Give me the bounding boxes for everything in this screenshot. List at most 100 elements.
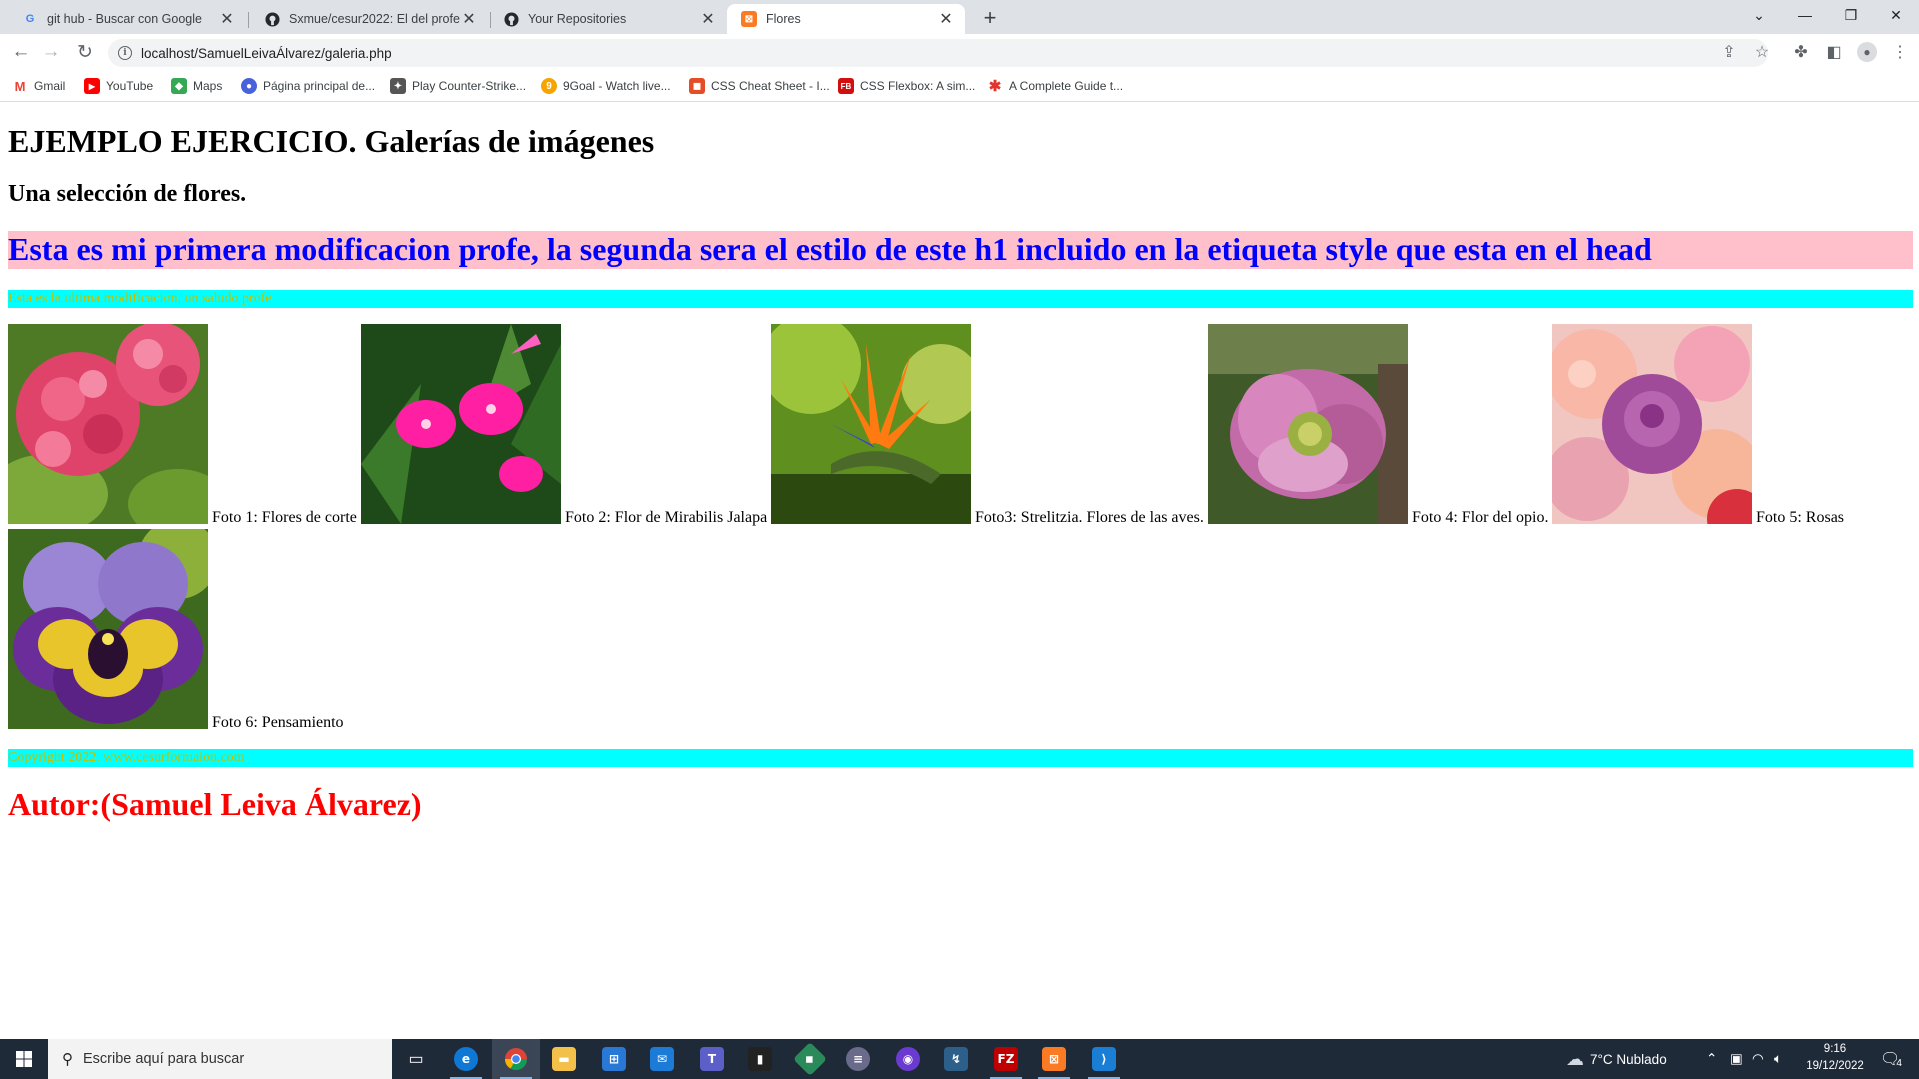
minimize-button[interactable]: — <box>1782 0 1828 30</box>
file-explorer-icon[interactable]: ▬ <box>540 1039 588 1079</box>
diamond-app-icon[interactable]: ◆ <box>786 1039 834 1079</box>
author-heading: Autor:(Samuel Leiva Álvarez) <box>8 786 422 822</box>
start-windows-icon[interactable] <box>0 1039 48 1079</box>
close-tab-icon[interactable]: ✕ <box>937 9 955 29</box>
vscode-icon[interactable]: ⟩ <box>1080 1039 1128 1079</box>
photo-poppy <box>1208 324 1408 524</box>
9goal-icon: 9 <box>541 78 557 94</box>
bookmark-label: Maps <box>193 79 223 93</box>
photo-strelitzia <box>771 324 971 524</box>
browser-toolbar: ← → ↻ i localhost/SamuelLeivaÁlvarez/gal… <box>0 34 1919 70</box>
fb-icon: FB <box>838 78 854 94</box>
app-palette-icon[interactable]: ▮ <box>736 1039 784 1079</box>
bookmark-counter-strike[interactable]: ✦ Play Counter-Strike... <box>390 76 526 96</box>
reload-icon[interactable]: ↻ <box>71 38 99 66</box>
edge-icon[interactable]: e <box>442 1039 490 1079</box>
task-view-icon[interactable]: ▭ <box>392 1039 440 1079</box>
forward-arrow-icon[interactable]: → <box>37 38 65 66</box>
bookmark-css-cheat-sheet[interactable]: ◼ CSS Cheat Sheet - I... <box>689 76 830 96</box>
notifications-icon[interactable]: 🗨︎ 4 <box>1880 1039 1902 1079</box>
tab-divider <box>248 12 249 28</box>
profile-avatar-icon[interactable]: ● <box>1853 38 1881 66</box>
bookmark-label: CSS Flexbox: A sim... <box>860 79 976 93</box>
url-text[interactable]: localhost/SamuelLeivaÁlvarez/galeria.php <box>141 46 392 61</box>
teams-icon[interactable]: T <box>688 1039 736 1079</box>
volume-muted-icon[interactable]: 🔈︎ <box>1774 1039 1782 1079</box>
photo-hydrangea <box>8 324 208 524</box>
weather-widget[interactable]: ☁ 7°C Nublado <box>1566 1039 1667 1079</box>
purple-app-icon[interactable]: ◉ <box>884 1039 932 1079</box>
tab-your-repositories[interactable]: Your Repositories ✕ <box>489 4 727 34</box>
mysql-workbench-icon[interactable]: ↯ <box>932 1039 980 1079</box>
tab-flores[interactable]: ⊠ Flores ✕ <box>727 4 965 34</box>
bookmark-9goal[interactable]: 9 9Goal - Watch live... <box>541 76 671 96</box>
clock-time: 9:16 <box>1823 1043 1847 1055</box>
cs-icon: ✦ <box>390 78 406 94</box>
bookmark-label: 9Goal - Watch live... <box>563 79 671 93</box>
mail-icon[interactable]: ✉ <box>638 1039 686 1079</box>
tab-google-search[interactable]: G git hub - Buscar con Google ✕ <box>8 4 246 34</box>
photo-mirabilis <box>361 324 561 524</box>
filezilla-icon[interactable]: FZ <box>982 1039 1030 1079</box>
side-panel-icon[interactable]: ◧ <box>1820 38 1848 66</box>
share-icon[interactable]: ⇪ <box>1715 38 1743 66</box>
bookmark-star-icon[interactable]: ☆ <box>1748 38 1776 66</box>
photo-pansy <box>8 529 208 729</box>
show-hidden-icons-chevron-up-icon[interactable]: ⌃ <box>1706 1039 1717 1079</box>
photo-roses <box>1552 324 1752 524</box>
youtube-icon: ▶ <box>84 78 100 94</box>
wifi-icon[interactable]: ◠ <box>1752 1039 1764 1079</box>
google-icon: G <box>25 13 35 25</box>
system-clock[interactable]: 9:16 19/12/2022 <box>1796 1041 1874 1075</box>
app-icon: ● <box>241 78 257 94</box>
xampp-icon[interactable]: ⊠ <box>1030 1039 1078 1079</box>
close-tab-icon[interactable]: ✕ <box>460 9 478 29</box>
tab-title: git hub - Buscar con Google <box>47 12 202 26</box>
github-icon <box>264 11 280 27</box>
bookmark-gmail[interactable]: M Gmail <box>12 76 65 96</box>
gmail-icon: M <box>12 78 28 94</box>
bookmark-label: Gmail <box>34 79 66 93</box>
taskbar-search-input[interactable]: ⚲ Escribe aquí para buscar <box>48 1039 392 1079</box>
tab-search-chevron-down-icon[interactable]: ⌄ <box>1736 0 1782 30</box>
photo-caption: Foto 5: Rosas <box>1756 509 1845 526</box>
new-tab-button[interactable]: + <box>976 4 1004 32</box>
close-tab-icon[interactable]: ✕ <box>699 9 717 29</box>
page-subtitle: Una selección de flores. <box>8 181 247 207</box>
bookmark-label: CSS Cheat Sheet - I... <box>711 79 830 93</box>
bookmark-maps[interactable]: ◆ Maps <box>171 76 222 96</box>
page-title: EJEMPLO EJERCICIO. Galerías de imágenes <box>8 123 655 159</box>
device-icon[interactable]: ▣ <box>1730 1039 1743 1079</box>
bookmark-label: Página principal de... <box>263 79 376 93</box>
photo-caption: Foto 1: Flores de corte <box>212 509 357 526</box>
back-arrow-icon[interactable]: ← <box>7 38 35 66</box>
bookmark-label: YouTube <box>106 79 154 93</box>
restore-button[interactable]: ❐ <box>1828 0 1874 30</box>
photo-caption: Foto 2: Flor de Mirabilis Jalapa <box>565 509 768 526</box>
site-info-icon[interactable]: i <box>118 46 132 60</box>
bookmark-pagina-principal[interactable]: ● Página principal de... <box>241 76 375 96</box>
weather-text: 7°C Nublado <box>1590 1051 1667 1067</box>
maps-icon: ◆ <box>171 78 187 94</box>
disc-app-icon[interactable]: ≡ <box>834 1039 882 1079</box>
css-icon: ◼ <box>689 78 705 94</box>
bookmark-complete-guide[interactable]: ✱ A Complete Guide t... <box>987 76 1123 96</box>
tab-title: Your Repositories <box>528 12 627 26</box>
bookmark-label: A Complete Guide t... <box>1009 79 1124 93</box>
close-tab-icon[interactable]: ✕ <box>218 9 236 29</box>
chrome-icon[interactable] <box>492 1039 540 1079</box>
bookmark-label: Play Counter-Strike... <box>412 79 527 93</box>
address-bar[interactable]: i localhost/SamuelLeivaÁlvarez/galeria.p… <box>108 39 1768 67</box>
photo-caption: Foto 4: Flor del opio. <box>1412 509 1549 526</box>
search-icon: ⚲ <box>62 1051 73 1068</box>
tab-github-repo[interactable]: Sxmue/cesur2022: El del profe ✕ <box>250 4 488 34</box>
asterisk-icon: ✱ <box>987 78 1003 95</box>
microsoft-store-icon[interactable]: ⊞ <box>590 1039 638 1079</box>
photo-caption: Foto3: Strelitzia. Flores de las aves. <box>975 509 1204 526</box>
tab-title: Sxmue/cesur2022: El del profe <box>289 12 460 26</box>
bookmark-youtube[interactable]: ▶ YouTube <box>84 76 153 96</box>
menu-kebab-icon[interactable]: ⋮ <box>1886 38 1914 66</box>
close-window-button[interactable]: ✕ <box>1873 0 1919 30</box>
extensions-puzzle-icon[interactable]: ✤ <box>1787 38 1815 66</box>
bookmark-css-flexbox[interactable]: FB CSS Flexbox: A sim... <box>838 76 975 96</box>
